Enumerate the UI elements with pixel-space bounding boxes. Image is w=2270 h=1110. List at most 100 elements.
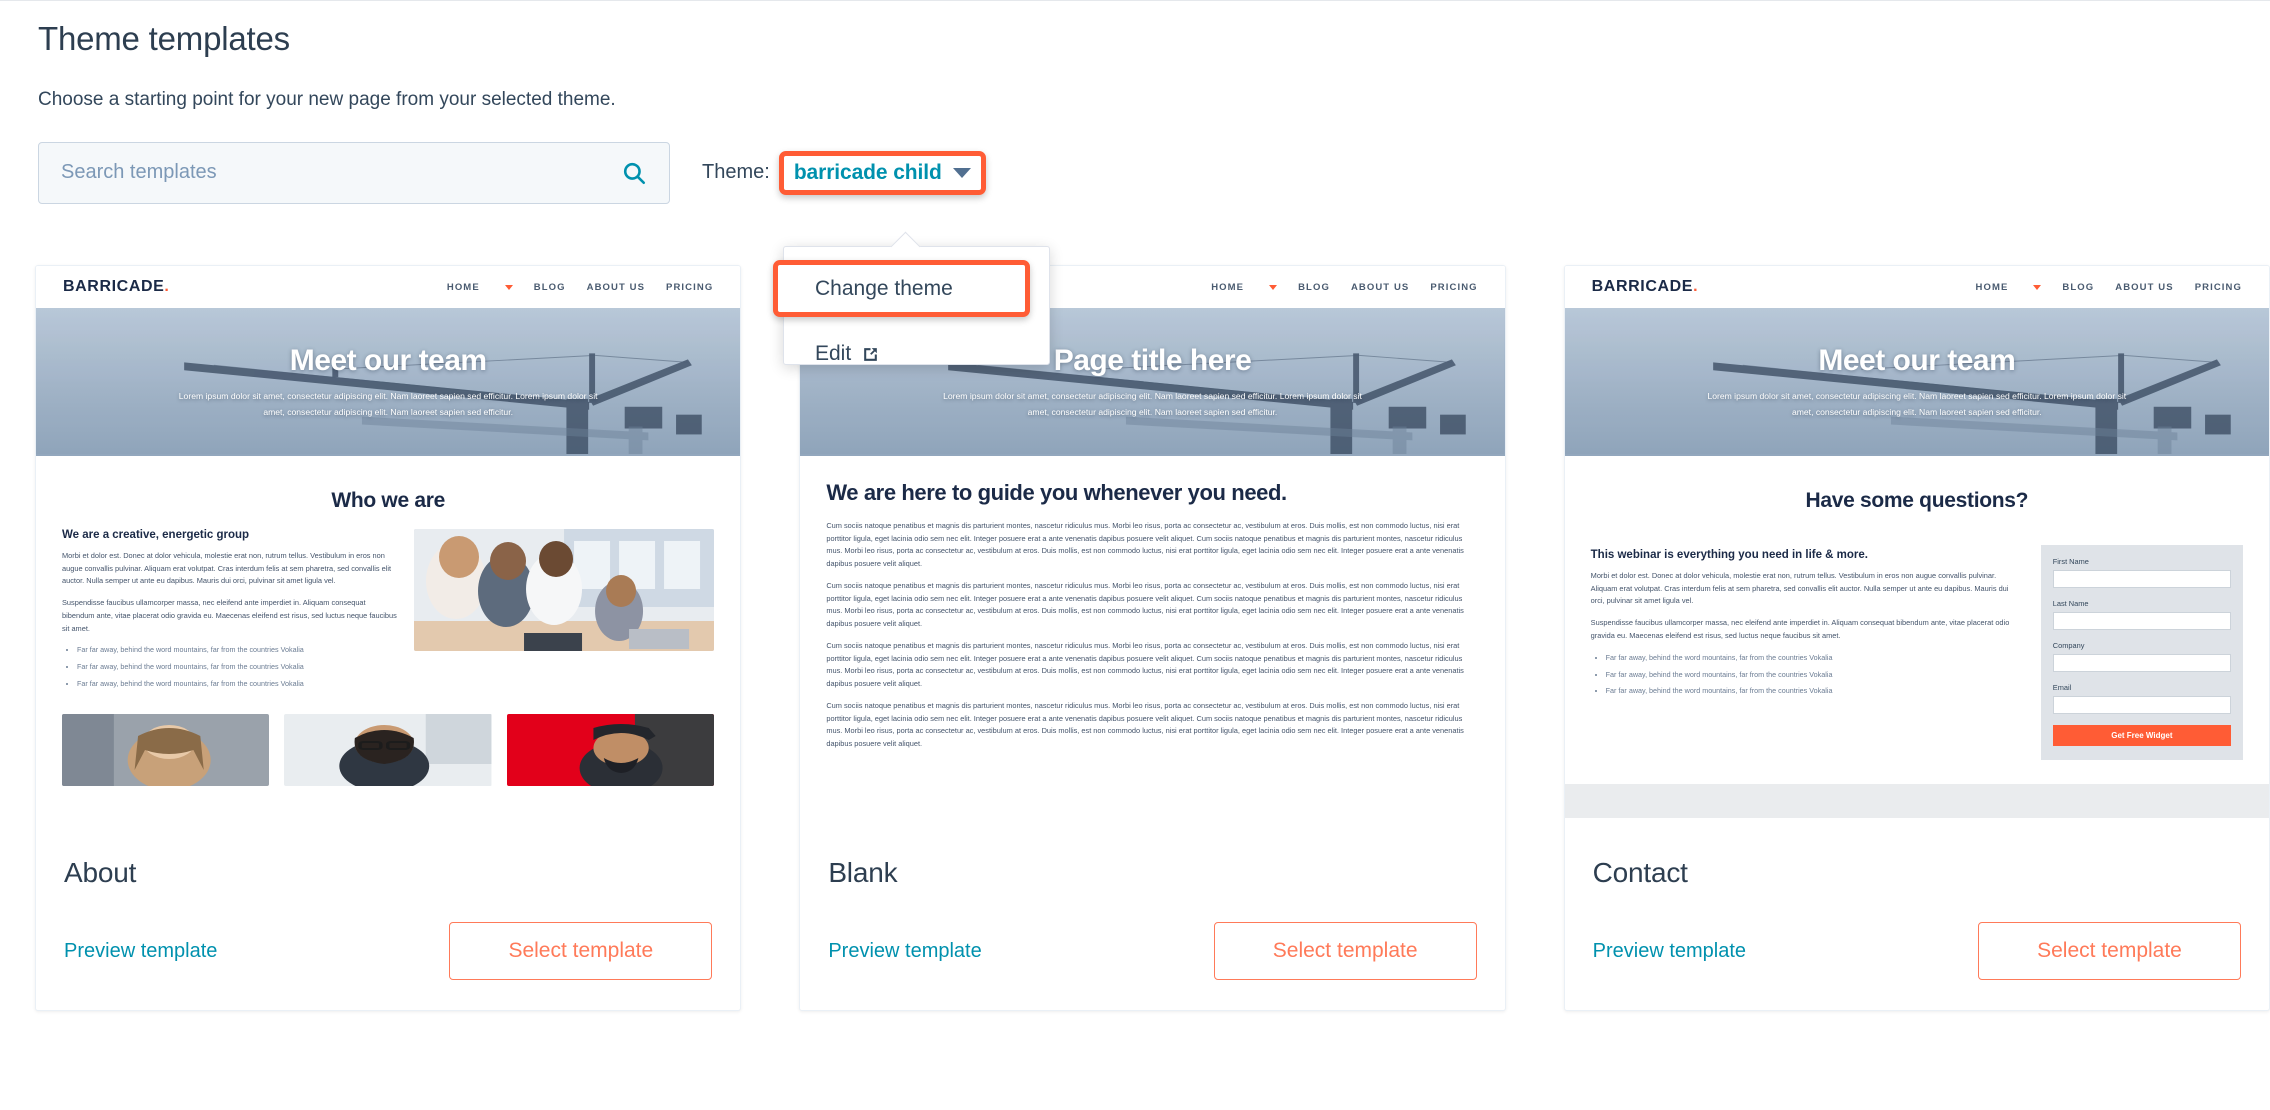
preview-nav-links: HOME BLOG ABOUT US PRICING: [447, 282, 713, 293]
crane-illustration: [1564, 308, 2269, 455]
nav-link-pricing: PRICING: [666, 281, 714, 293]
team-member-photo-1: [62, 714, 270, 787]
controls-row: Theme: barricade child: [38, 141, 2270, 204]
theme-label: Theme:: [702, 161, 770, 184]
list-item: Far far away, behind the word mountains,…: [1606, 652, 2023, 664]
preview-paragraph: Cum sociis natoque penatibus et magnis d…: [826, 580, 1464, 629]
page-title: Theme templates: [38, 20, 290, 57]
preview-contact-body: This webinar is everything you need in l…: [1565, 529, 2269, 760]
form-label-first-name: First Name: [2052, 557, 2089, 566]
external-link-icon: [861, 345, 880, 364]
preview-section-title: We are here to guide you whenever you ne…: [826, 480, 1287, 505]
first-name-field[interactable]: [2052, 570, 2231, 588]
preview-nav-links: HOME BLOG ABOUT US PRICING: [1976, 282, 2242, 293]
template-name: Contact: [1592, 857, 1688, 888]
nav-link-blog: BLOG: [533, 281, 566, 293]
hero-title: Meet our team: [1818, 344, 2016, 378]
preview-paragraph: Suspendisse faucibus ullamcorper massa, …: [62, 598, 397, 633]
menu-item-edit[interactable]: Edit: [784, 329, 880, 379]
list-item: Far far away, behind the word mountains,…: [1606, 669, 2023, 681]
email-field[interactable]: [2052, 696, 2231, 714]
nav-chevron-down-icon: [1269, 284, 1278, 290]
hero-title: Page title here: [1053, 344, 1252, 378]
top-divider: [0, 0, 2270, 1]
card-footer: Contact Preview template Select template: [1565, 831, 2269, 1010]
preview-contact-form: First Name Last Name Company Email Get F…: [2040, 545, 2243, 760]
nav-link-about-us: ABOUT US: [2115, 281, 2174, 293]
theme-dropdown-menu: Change theme Edit: [773, 246, 1050, 365]
list-item: Far far away, behind the word mountains,…: [1606, 685, 2023, 697]
page-subtitle: Choose a starting point for your new pag…: [38, 88, 616, 110]
crane-illustration: [36, 308, 741, 455]
preview-template-link[interactable]: Preview template: [1593, 940, 1746, 963]
get-free-widget-button[interactable]: Get Free Widget: [2052, 725, 2231, 746]
form-label-last-name: Last Name: [2052, 599, 2089, 608]
template-card-grid: BARRICADE. HOME BLOG ABOUT US PRICING Me…: [0, 265, 2270, 1011]
select-template-button[interactable]: Select template: [449, 922, 713, 980]
hero-paragraph: Lorem ipsum dolor sit amet, consectetur …: [1707, 391, 2127, 417]
nav-chevron-down-icon: [2033, 284, 2042, 290]
preview-content: Have some questions?: [1565, 456, 2269, 513]
nav-link-home: HOME: [1211, 281, 1245, 293]
preview-site-nav: BARRICADE. HOME BLOG ABOUT US PRICING: [1564, 266, 2269, 308]
theme-selected-value: barricade child: [793, 160, 942, 184]
team-collaboration-photo: [414, 529, 715, 651]
form-label-company: Company: [2052, 641, 2085, 650]
preview-paragraph: Cum sociis natoque penatibus et magnis d…: [826, 640, 1464, 689]
preview-hero: Meet our team Lorem ipsum dolor sit amet…: [36, 308, 741, 456]
template-card-blank[interactable]: BARRICADE. HOME BLOG ABOUT US PRICING: [799, 265, 1506, 1011]
template-thumbnail: BARRICADE. HOME BLOG ABOUT US PRICING: [1564, 266, 2269, 831]
list-item: Far far away, behind the word mountains,…: [77, 644, 399, 656]
preview-section-title: Have some questions?: [1805, 489, 2029, 512]
nav-link-about-us: ABOUT US: [1350, 281, 1410, 293]
card-footer: Blank Preview template Select template: [800, 831, 1504, 1010]
last-name-field[interactable]: [2052, 612, 2231, 630]
preview-subheading: We are a creative, energetic group: [62, 529, 250, 541]
template-thumbnail: BARRICADE. HOME BLOG ABOUT US PRICING: [36, 266, 741, 831]
preview-template-link[interactable]: Preview template: [64, 940, 217, 963]
preview-paragraph: Cum sociis natoque penatibus et magnis d…: [826, 521, 1464, 569]
theme-selector-group: Theme: barricade child: [702, 150, 986, 195]
preview-subheading: This webinar is everything you need in l…: [1590, 549, 1868, 561]
hero-title: Meet our team: [289, 344, 487, 378]
nav-link-home: HOME: [446, 281, 480, 293]
preview-paragraph: Morbi et dolor est. Donec at dolor vehic…: [1590, 571, 2009, 606]
preview-hero: Meet our team Lorem ipsum dolor sit amet…: [1564, 308, 2269, 456]
search-icon[interactable]: [621, 160, 647, 186]
preview-footer-band: [1564, 784, 2269, 818]
preview-site-nav: BARRICADE. HOME BLOG ABOUT US PRICING: [36, 266, 741, 308]
preview-paragraph: Morbi et dolor est. Donec at dolor vehic…: [62, 551, 392, 586]
search-input[interactable]: [59, 160, 621, 186]
menu-item-label: Edit: [815, 342, 852, 365]
page-header: Theme templates Choose a starting point …: [0, 0, 2270, 111]
preview-brand-logo: BARRICADE.: [63, 278, 169, 296]
select-template-button[interactable]: Select template: [1977, 922, 2241, 980]
template-name: About: [64, 857, 137, 888]
team-member-photo-2: [284, 714, 492, 787]
brand-dot: .: [164, 278, 170, 295]
template-card-contact[interactable]: BARRICADE. HOME BLOG ABOUT US PRICING Me…: [1563, 265, 2270, 1011]
preview-bullet-list: Far far away, behind the word mountains,…: [1591, 652, 2023, 698]
hero-paragraph: Lorem ipsum dolor sit amet, consectetur …: [178, 391, 598, 417]
search-box[interactable]: [38, 141, 670, 204]
brand-text: BARRICADE: [63, 278, 165, 295]
preview-content: We are here to guide you whenever you ne…: [800, 456, 1504, 751]
preview-content: Who we are We are a creative, energetic …: [36, 456, 740, 695]
nav-link-blog: BLOG: [2062, 281, 2095, 293]
preview-bullet-list: Far far away, behind the word mountains,…: [62, 644, 399, 690]
preview-template-link[interactable]: Preview template: [828, 940, 981, 963]
select-template-button[interactable]: Select template: [1213, 922, 1477, 980]
company-field[interactable]: [2052, 654, 2231, 672]
template-card-about[interactable]: BARRICADE. HOME BLOG ABOUT US PRICING Me…: [35, 265, 742, 1011]
menu-item-change-theme[interactable]: Change theme: [773, 260, 1030, 317]
template-name: Blank: [828, 857, 898, 888]
preview-brand-logo: BARRICADE.: [1592, 278, 1698, 296]
theme-dropdown-button[interactable]: barricade child: [778, 150, 986, 195]
nav-link-pricing: PRICING: [2194, 281, 2242, 293]
team-member-photo-3: [506, 714, 715, 787]
nav-link-blog: BLOG: [1298, 281, 1330, 293]
nav-link-about-us: ABOUT US: [586, 281, 646, 293]
menu-item-label: Change theme: [815, 276, 953, 300]
chevron-down-icon: [952, 167, 971, 178]
preview-paragraph: Cum sociis natoque penatibus et magnis d…: [826, 700, 1464, 749]
